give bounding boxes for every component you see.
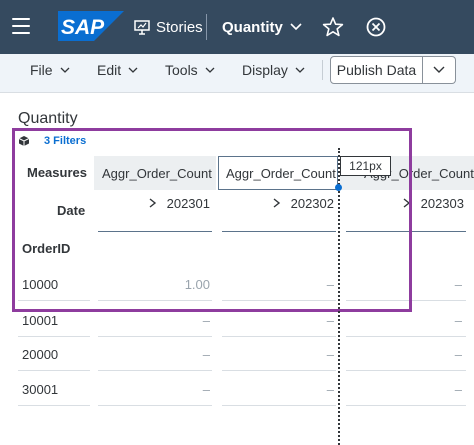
row-separator (346, 336, 466, 337)
data-cell[interactable]: 1.00 (120, 277, 210, 292)
date-header-cell[interactable]: 202303 (346, 192, 464, 214)
date-header-label: 202303 (420, 195, 464, 211)
column-width-tooltip: 121px (340, 156, 391, 176)
bookmark-star-icon[interactable] (322, 16, 344, 38)
column-header-underline (98, 231, 212, 232)
date-header-label: Date (57, 203, 86, 218)
row-separator (346, 405, 466, 406)
orderid-header-label: OrderID (22, 241, 71, 256)
column-header-underline (346, 231, 466, 232)
date-header-label: 202301 (166, 195, 210, 211)
data-cell[interactable]: – (244, 277, 334, 292)
row-header-orderid[interactable]: 20000 (22, 347, 58, 362)
display-menu-label: Display (242, 62, 288, 78)
expand-chevron-right-icon (403, 198, 410, 208)
data-cell[interactable]: – (370, 347, 462, 362)
row-separator (346, 300, 466, 301)
data-cell[interactable]: – (244, 382, 334, 397)
presentation-board-icon (134, 20, 150, 35)
row-separator (222, 336, 336, 337)
expand-chevron-right-icon (149, 198, 156, 208)
measure-header-cell-selected[interactable]: Aggr_Order_Count (218, 156, 338, 190)
chevron-down-icon (290, 23, 302, 31)
row-header-orderid[interactable]: 10000 (22, 277, 58, 292)
filters-token[interactable]: 3 Filters (18, 132, 86, 150)
row-separator (18, 370, 90, 371)
data-cell[interactable]: – (370, 313, 462, 328)
row-separator (222, 405, 336, 406)
row-separator (18, 405, 90, 406)
measures-header-label: Measures (27, 165, 87, 180)
measure-header-cell[interactable]: Aggr_Order_Count (94, 156, 216, 190)
column-header-underline (222, 231, 336, 232)
toolbar: File Edit Tools Display Publish Data (0, 54, 474, 93)
row-separator (98, 336, 212, 337)
shell-divider (206, 14, 207, 40)
date-header-cell[interactable]: 202302 (220, 192, 334, 214)
menu-hamburger-icon[interactable] (12, 18, 30, 34)
tools-menu-label: Tools (165, 62, 198, 78)
filters-label: 3 Filters (44, 135, 87, 147)
row-separator (222, 300, 336, 301)
data-cell[interactable]: – (244, 313, 334, 328)
row-separator (18, 336, 90, 337)
sap-logo[interactable]: SAP (58, 11, 124, 41)
row-separator (346, 370, 466, 371)
expand-chevron-right-icon (273, 198, 280, 208)
data-cell[interactable]: – (244, 347, 334, 362)
document-title-menu[interactable]: Quantity (222, 14, 302, 40)
chevron-down-icon (295, 67, 305, 73)
display-menu[interactable]: Display (242, 54, 305, 86)
filter-cube-icon (18, 136, 30, 146)
widget-title: Quantity (18, 110, 78, 127)
edit-menu[interactable]: Edit (97, 54, 138, 86)
measure-header-label: Aggr_Order_Count (226, 165, 336, 181)
sap-logo-text: SAP (61, 16, 105, 39)
file-menu-label: File (30, 62, 53, 78)
row-separator (98, 370, 212, 371)
chevron-down-icon (433, 66, 445, 73)
shell-bar: SAP Stories Quantity (0, 0, 474, 54)
column-resize-handle[interactable] (335, 184, 342, 191)
data-cell[interactable]: – (120, 313, 210, 328)
measure-header-label: Aggr_Order_Count (102, 165, 212, 181)
close-circle-icon[interactable] (365, 16, 387, 38)
column-resize-guide-line[interactable] (338, 148, 340, 445)
stories-label: Stories (156, 18, 203, 36)
tools-menu[interactable]: Tools (165, 54, 215, 86)
data-cell[interactable]: – (120, 382, 210, 397)
row-header-orderid[interactable]: 30001 (22, 382, 58, 397)
publish-data-dropdown[interactable] (423, 56, 456, 84)
file-menu[interactable]: File (30, 54, 70, 86)
stories-button[interactable]: Stories (134, 14, 203, 40)
publish-data-button[interactable]: Publish Data (330, 56, 423, 84)
document-title: Quantity (222, 18, 283, 36)
toolbar-separator (322, 60, 323, 80)
row-header-orderid[interactable]: 10001 (22, 313, 58, 328)
row-separator (222, 370, 336, 371)
data-cell[interactable]: – (370, 277, 462, 292)
date-header-label: 202302 (290, 195, 334, 211)
data-cell[interactable]: – (120, 347, 210, 362)
row-separator (18, 300, 90, 301)
date-header-cell[interactable]: 202301 (96, 192, 210, 214)
row-separator (98, 405, 212, 406)
chevron-down-icon (60, 67, 70, 73)
chevron-down-icon (128, 67, 138, 73)
row-separator (98, 300, 212, 301)
chevron-down-icon (205, 67, 215, 73)
edit-menu-label: Edit (97, 62, 122, 78)
data-cell[interactable]: – (370, 382, 462, 397)
